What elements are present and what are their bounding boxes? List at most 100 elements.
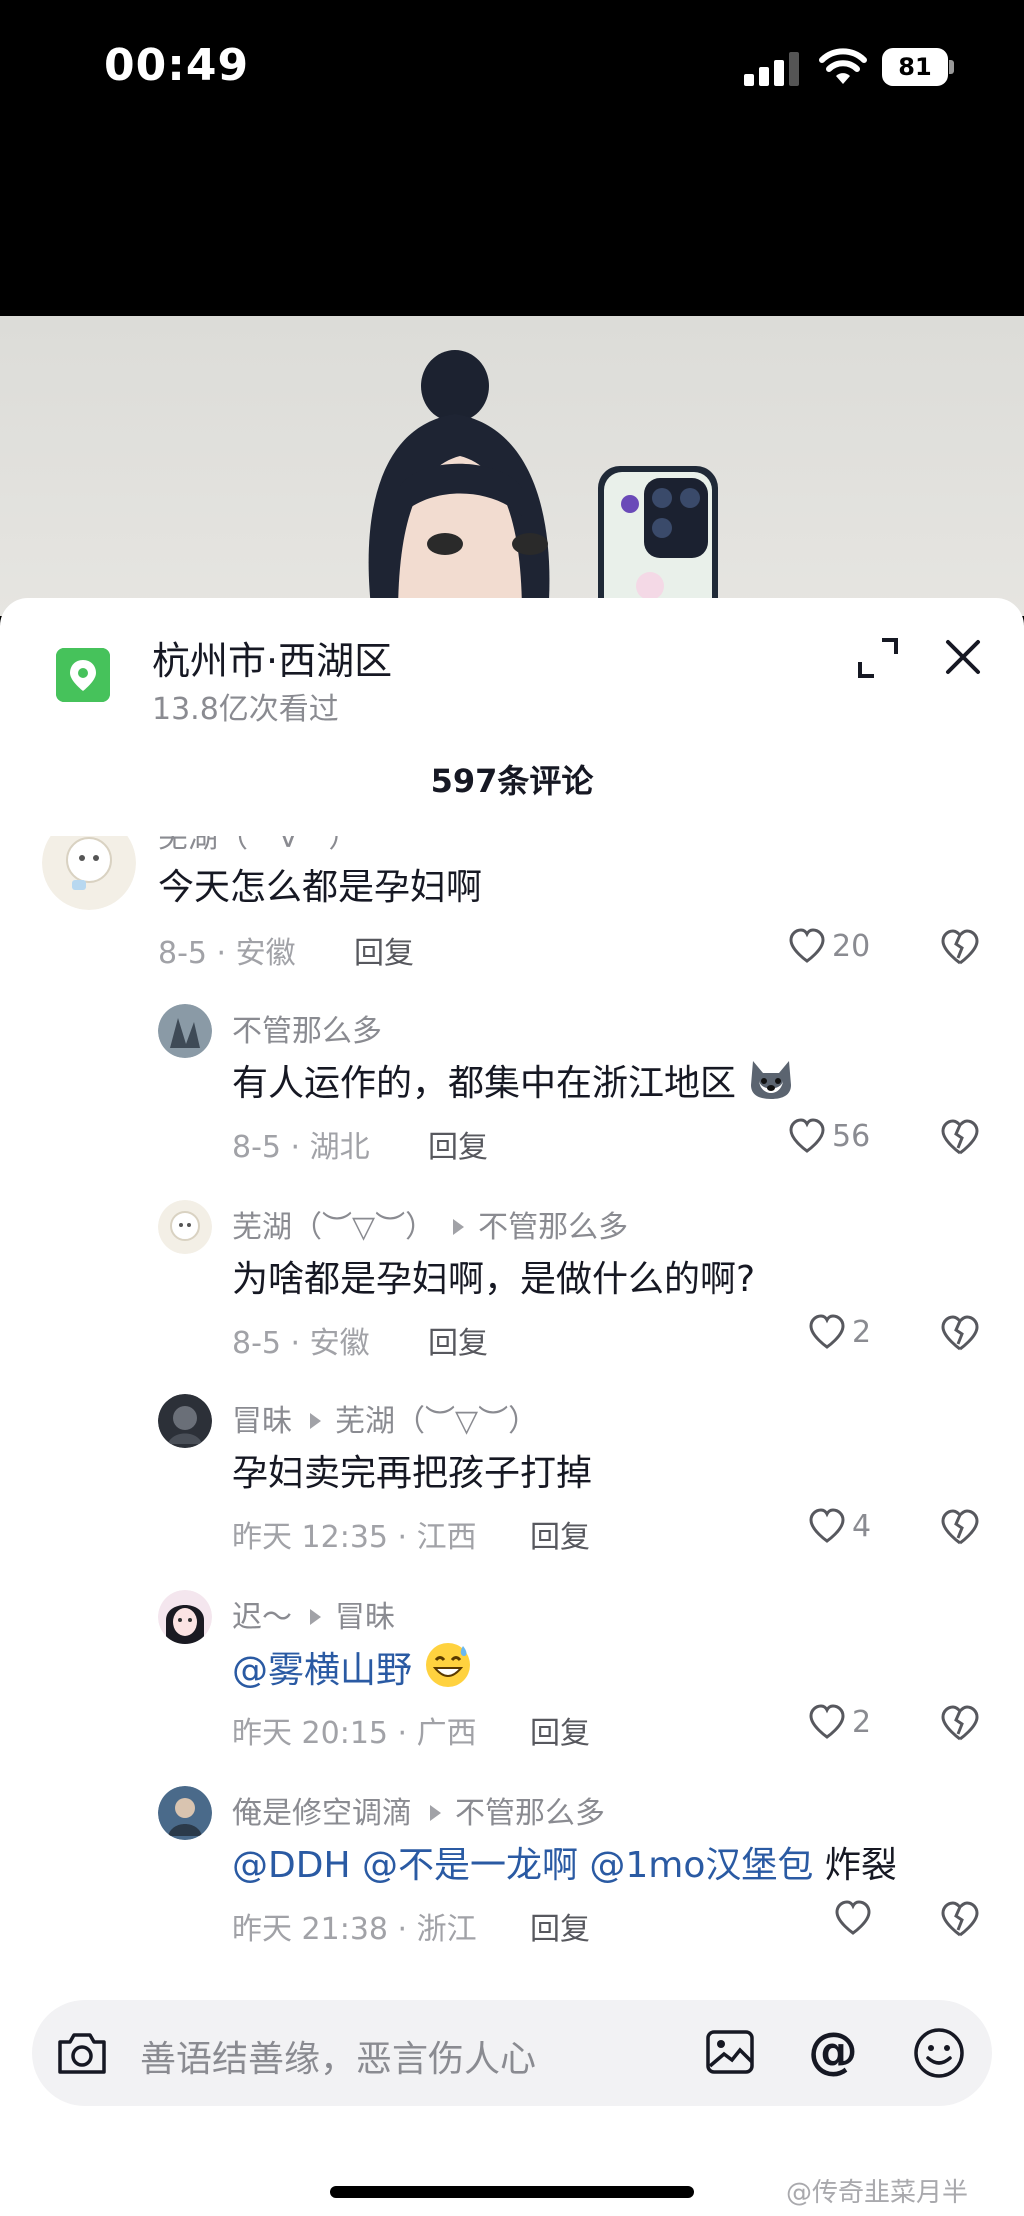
like-button[interactable]: 4 <box>808 1508 871 1548</box>
like-count: 4 <box>852 1508 872 1544</box>
heart-icon <box>809 1314 845 1349</box>
heart-icon <box>809 1704 845 1739</box>
watermark: @传奇韭菜月半 <box>786 2178 969 2208</box>
home-indicator[interactable] <box>330 2186 694 2198</box>
reply-arrow-icon <box>310 1413 321 1429</box>
comment-item: 芜湖（︶∀︶） 今天怎么都是孕妇啊 8-5 · 安徽 回复 20 <box>0 836 1024 971</box>
reply-button[interactable]: 回复 <box>428 1318 488 1362</box>
location-pin-icon <box>56 648 110 702</box>
comment-text: 孕妇卖完再把孩子打掉 <box>232 1453 593 1494</box>
like-count: 2 <box>852 1704 872 1740</box>
comment-meta: 8-5 · 湖北 <box>232 1130 370 1165</box>
avatar[interactable] <box>158 1394 212 1448</box>
comment-input-bar[interactable]: 善语结善缘，恶言伤人心 @ <box>32 2000 992 2106</box>
reply-to-name[interactable]: 不管那么多 <box>455 1796 605 1831</box>
broken-heart-icon[interactable] <box>940 1314 980 1352</box>
comment-text: 有人运作的，都集中在浙江地区 <box>232 1054 795 1106</box>
commenter-name[interactable]: 芜湖（︶▽︶） 不管那么多 <box>232 1202 628 1246</box>
commenter-name-text: 迟～ <box>232 1600 292 1635</box>
wifi-icon <box>819 48 867 84</box>
location-title[interactable]: 杭州市·西湖区 <box>152 630 392 685</box>
like-count: 56 <box>832 1118 871 1154</box>
broken-heart-icon[interactable] <box>940 1704 980 1742</box>
commenter-name[interactable]: 冒昧 芜湖（︶▽︶） <box>232 1396 538 1440</box>
comment-text: 为啥都是孕妇啊，是做什么的啊? <box>232 1259 756 1300</box>
reply-arrow-icon <box>453 1219 465 1235</box>
avatar[interactable] <box>158 1590 212 1644</box>
commenter-name[interactable]: 芜湖（︶∀︶） <box>158 836 359 856</box>
broken-heart-icon[interactable] <box>940 1118 980 1156</box>
battery-icon: 81 <box>882 48 954 86</box>
reply-button[interactable]: 回复 <box>354 928 414 972</box>
battery-level: 81 <box>882 48 948 86</box>
view-count: 13.8亿次看过 <box>152 692 339 727</box>
commenter-name-text: 冒昧 <box>232 1404 292 1439</box>
like-count: 20 <box>832 928 871 964</box>
mention-icon[interactable]: @ <box>808 2022 858 2080</box>
heart-icon <box>789 1118 825 1153</box>
husky-emoji-icon <box>751 1061 792 1099</box>
image-icon[interactable] <box>704 2026 756 2078</box>
avatar[interactable] <box>158 1786 212 1840</box>
comment-meta: 昨天 12:35 · 江西 <box>232 1520 477 1555</box>
comment-meta: 8-5 · 安徽 <box>232 1326 370 1361</box>
reply-button[interactable]: 回复 <box>428 1122 488 1166</box>
comment-text-content: 炸裂 <box>813 1845 897 1886</box>
mention-links[interactable]: @DDH @不是一龙啊 @1mo汉堡包 <box>232 1845 813 1886</box>
reply-button[interactable]: 回复 <box>530 1708 590 1752</box>
comment-text: @DDH @不是一龙啊 @1mo汉堡包 炸裂 <box>232 1836 897 1888</box>
heart-icon <box>789 928 825 963</box>
commenter-name-text: 芜湖（︶▽︶） <box>232 1210 436 1245</box>
comment-text-content: 有人运作的，都集中在浙江地区 <box>232 1063 737 1104</box>
close-icon[interactable] <box>938 632 988 682</box>
reply-to-name[interactable]: 芜湖（︶▽︶） <box>335 1404 538 1439</box>
avatar[interactable] <box>158 1200 212 1254</box>
like-button[interactable]: 56 <box>788 1118 870 1158</box>
avatar[interactable] <box>42 836 136 910</box>
broken-heart-icon[interactable] <box>940 1508 980 1546</box>
reply-button[interactable]: 回复 <box>530 1512 590 1556</box>
like-button[interactable] <box>834 1900 878 1940</box>
commenter-name[interactable]: 迟～ 冒昧 <box>232 1592 395 1636</box>
broken-heart-icon[interactable] <box>940 1900 980 1938</box>
commenter-name[interactable]: 俺是修空调滴 不管那么多 <box>232 1788 605 1832</box>
comment-list[interactable]: 芜湖（︶∀︶） 今天怎么都是孕妇啊 8-5 · 安徽 回复 20 不管那么多 有… <box>0 836 1024 1978</box>
comment-meta: 昨天 20:15 · 广西 <box>232 1716 477 1751</box>
reply-arrow-icon <box>430 1805 441 1821</box>
comment-count: 597条评论 <box>430 762 594 800</box>
avatar[interactable] <box>158 1004 212 1058</box>
like-count: 2 <box>852 1314 872 1350</box>
reply-to-name[interactable]: 不管那么多 <box>478 1210 628 1245</box>
status-bar: 00:49 81 <box>0 0 1024 316</box>
mention-link[interactable]: @雾横山野 <box>232 1650 412 1691</box>
grinning-sweat-emoji-icon <box>426 1643 471 1687</box>
comment-text: 今天怎么都是孕妇啊 <box>158 867 483 908</box>
broken-heart-icon[interactable] <box>940 928 980 966</box>
status-time: 00:49 <box>104 40 250 91</box>
like-button[interactable]: 2 <box>808 1314 871 1354</box>
comment-item: 迟～ 冒昧 @雾横山野 昨天 20:15 · 广西 回复 2 <box>0 1590 1024 1752</box>
comment-item: 不管那么多 有人运作的，都集中在浙江地区 8-5 · 湖北 回复 56 <box>0 1004 1024 1166</box>
reply-arrow-icon <box>310 1609 321 1625</box>
heart-icon <box>835 1900 871 1935</box>
camera-icon[interactable] <box>56 2030 108 2076</box>
comment-item: 冒昧 芜湖（︶▽︶） 孕妇卖完再把孩子打掉 昨天 12:35 · 江西 回复 4 <box>0 1394 1024 1556</box>
like-button[interactable]: 2 <box>808 1704 871 1744</box>
emoji-icon[interactable] <box>912 2026 966 2080</box>
comment-input[interactable]: 善语结善缘，恶言伤人心 <box>140 2030 536 2082</box>
commenter-name-text: 俺是修空调滴 <box>232 1796 412 1831</box>
like-button[interactable]: 20 <box>788 928 870 968</box>
reply-button[interactable]: 回复 <box>530 1904 590 1948</box>
comment-meta: 8-5 · 安徽 <box>158 936 296 971</box>
heart-icon <box>809 1508 845 1543</box>
comment-text: @雾横山野 <box>232 1640 473 1693</box>
commenter-name[interactable]: 不管那么多 <box>232 1006 382 1050</box>
signal-icon <box>744 52 799 86</box>
comment-sheet: 杭州市·西湖区 13.8亿次看过 597条评论 芜湖（︶∀︶） 今天怎么都是孕妇… <box>0 598 1024 2216</box>
comment-meta: 昨天 21:38 · 浙江 <box>232 1912 477 1947</box>
comment-item: 芜湖（︶▽︶） 不管那么多 为啥都是孕妇啊，是做什么的啊? 8-5 · 安徽 回复… <box>0 1200 1024 1362</box>
video-preview[interactable] <box>0 316 1024 616</box>
comment-item: 俺是修空调滴 不管那么多 @DDH @不是一龙啊 @1mo汉堡包 炸裂 昨天 21… <box>0 1786 1024 1956</box>
expand-icon[interactable] <box>856 636 900 680</box>
reply-to-name[interactable]: 冒昧 <box>335 1600 395 1635</box>
